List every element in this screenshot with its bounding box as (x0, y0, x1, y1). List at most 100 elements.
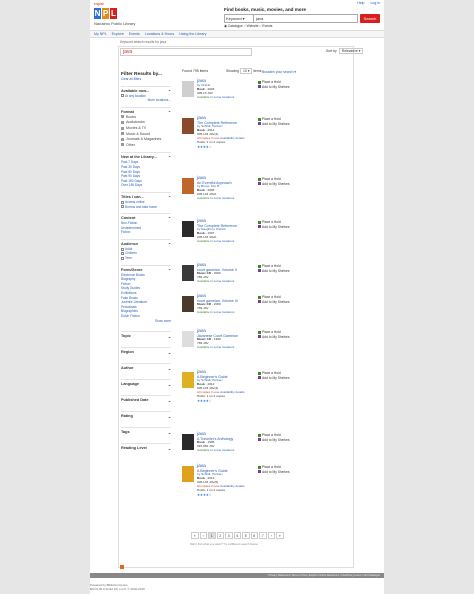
page-link[interactable]: « (191, 532, 199, 539)
chevron-down-icon[interactable]: ⌄ (168, 366, 171, 371)
filter-link[interactable]: Over 180 Days (121, 183, 171, 188)
chevron-down-icon[interactable]: ⌄ (168, 334, 171, 339)
result-cover[interactable] (182, 296, 194, 312)
filter-collapsed[interactable]: Region ⌄ (121, 347, 171, 355)
feedback-icon[interactable] (120, 565, 124, 569)
broaden-search-link[interactable]: Broaden your search ▾ (262, 70, 296, 74)
page-link[interactable]: 4 (233, 532, 241, 539)
filter-link[interactable]: Fiction (121, 230, 171, 235)
chevron-up-icon[interactable]: ⌃ (168, 89, 171, 94)
chevron-down-icon[interactable]: ⌄ (168, 398, 171, 403)
add-to-shelves-button[interactable]: Add to My Shelves (258, 85, 290, 90)
add-to-shelves-button[interactable]: Add to My Shelves (258, 376, 290, 381)
result-cover[interactable] (182, 331, 194, 347)
search-type-select[interactable]: Keyword ▾ (224, 14, 254, 23)
availability-link[interactable]: in some locations (210, 310, 234, 314)
login-link[interactable]: Log in (370, 1, 380, 5)
add-to-shelves-button[interactable]: Add to My Shelves (258, 225, 290, 230)
checkbox[interactable] (121, 94, 124, 98)
add-to-shelves-button[interactable]: Add to My Shelves (258, 122, 290, 127)
chevron-up-icon[interactable]: ⌃ (168, 242, 171, 247)
format-label: Audiobooks (126, 120, 145, 125)
availability-status: Available in some locations (197, 95, 272, 100)
filter-collapsed[interactable]: Tags ⌄ (121, 427, 171, 435)
chevron-down-icon[interactable]: ⌄ (168, 414, 171, 419)
checkbox[interactable] (121, 247, 124, 251)
availability-link[interactable]: in some locations (210, 196, 234, 200)
nav-events[interactable]: Events (129, 32, 140, 36)
sort-select[interactable]: Relevance ▾ (338, 48, 364, 54)
scope-website[interactable]: ○ Website (244, 24, 259, 28)
page-link[interactable]: » (276, 532, 284, 539)
place-hold-label: Place a Hold (262, 264, 281, 268)
chevron-up-icon[interactable]: ⌃ (168, 110, 171, 115)
page-link[interactable]: 7 (259, 532, 267, 539)
add-to-shelves-button[interactable]: Add to My Shelves (258, 182, 290, 187)
result-cover[interactable] (182, 178, 194, 194)
checkbox[interactable] (121, 200, 124, 204)
availability-link[interactable]: in some locations (210, 279, 234, 283)
result-cover[interactable] (182, 118, 194, 134)
filter-option[interactable]: Teen (121, 256, 171, 261)
add-to-shelves-button[interactable]: Add to My Shelves (258, 438, 290, 443)
help-link[interactable]: Help (357, 1, 364, 5)
nav-my-npl[interactable]: My NPL (94, 32, 107, 36)
filter-collapsed[interactable]: Published Date ⌄ (121, 395, 171, 403)
search-button[interactable]: Search (360, 14, 380, 23)
result-cover[interactable] (182, 372, 194, 388)
chevron-up-icon[interactable]: ⌃ (168, 216, 171, 221)
result-actions: Place a Hold Add to My Shelves (258, 177, 290, 187)
footer-links[interactable]: Privacy Statement | Terms of Use | Explo… (90, 573, 384, 578)
chevron-up-icon[interactable]: ⌃ (168, 268, 171, 273)
result-cover[interactable] (182, 81, 194, 97)
filter-form: Form/Genre ⌃ Electronic Books Biography Fict… (121, 264, 171, 324)
chevron-up-icon[interactable]: ⌃ (168, 155, 171, 160)
checkbox[interactable] (121, 256, 124, 260)
page-link[interactable]: 1 (208, 532, 216, 539)
nav-locations[interactable]: Locations & Hours (145, 32, 174, 36)
result-cover[interactable] (182, 221, 194, 237)
availability-link[interactable]: in some locations (210, 345, 234, 349)
chevron-down-icon[interactable]: ⌄ (168, 350, 171, 355)
format-5[interactable]: Other (121, 143, 171, 149)
filter-collapsed[interactable]: Rating ⌄ (121, 411, 171, 419)
nav-using-library[interactable]: Using the Library (179, 32, 206, 36)
nav-explore[interactable]: Explore (112, 32, 124, 36)
filter-collapsed[interactable]: Author ⌄ (121, 363, 171, 371)
show-more-link[interactable]: More locations... (121, 98, 171, 103)
add-shelves-label: Add to My Shelves (262, 334, 290, 339)
add-to-shelves-button[interactable]: Add to My Shelves (258, 335, 290, 340)
page-link[interactable]: 2 (216, 532, 224, 539)
availability-link[interactable]: in some locations (210, 239, 234, 243)
checkbox[interactable] (121, 205, 124, 209)
checkbox[interactable] (121, 252, 124, 256)
show-more-link[interactable]: Show more (121, 319, 171, 324)
chevron-down-icon[interactable]: ⌄ (168, 446, 171, 451)
page-link[interactable]: › (267, 532, 275, 539)
chevron-down-icon[interactable]: ⌄ (168, 430, 171, 435)
availability-link[interactable]: in some locations (210, 95, 234, 99)
scope-events[interactable]: ○ Events (259, 24, 272, 28)
page-link[interactable]: ‹ (199, 532, 207, 539)
library-logo[interactable]: english NPL Nanaimo Public Library (92, 2, 152, 28)
page-link[interactable]: 3 (225, 532, 233, 539)
clear-filters-link[interactable]: Clear all filters (121, 77, 171, 82)
filter-collapsed[interactable]: Topic ⌄ (121, 331, 171, 339)
add-to-shelves-button[interactable]: Add to My Shelves (258, 269, 290, 274)
filter-option[interactable]: Borrow and take home (121, 205, 171, 210)
chevron-down-icon[interactable]: ⌄ (168, 382, 171, 387)
page-link[interactable]: 5 (242, 532, 250, 539)
result-cover[interactable] (182, 434, 194, 450)
chevron-up-icon[interactable]: ⌃ (168, 195, 171, 200)
page-link[interactable]: 6 (250, 532, 258, 539)
filter-collapsed[interactable]: Reading Level ⌄ (121, 443, 171, 451)
per-page-select[interactable]: 10 ▾ (239, 68, 253, 74)
result-cover[interactable] (182, 265, 194, 281)
availability-link[interactable]: in some locations (210, 448, 234, 452)
filter-collapsed[interactable]: Language ⌄ (121, 379, 171, 387)
add-to-shelves-button[interactable]: Add to My Shelves (258, 470, 290, 475)
scope-catalogue[interactable]: ◉ Catalogue (224, 24, 243, 28)
add-to-shelves-button[interactable]: Add to My Shelves (258, 300, 290, 305)
result-cover[interactable] (182, 466, 194, 482)
search-input[interactable]: java (253, 14, 358, 23)
